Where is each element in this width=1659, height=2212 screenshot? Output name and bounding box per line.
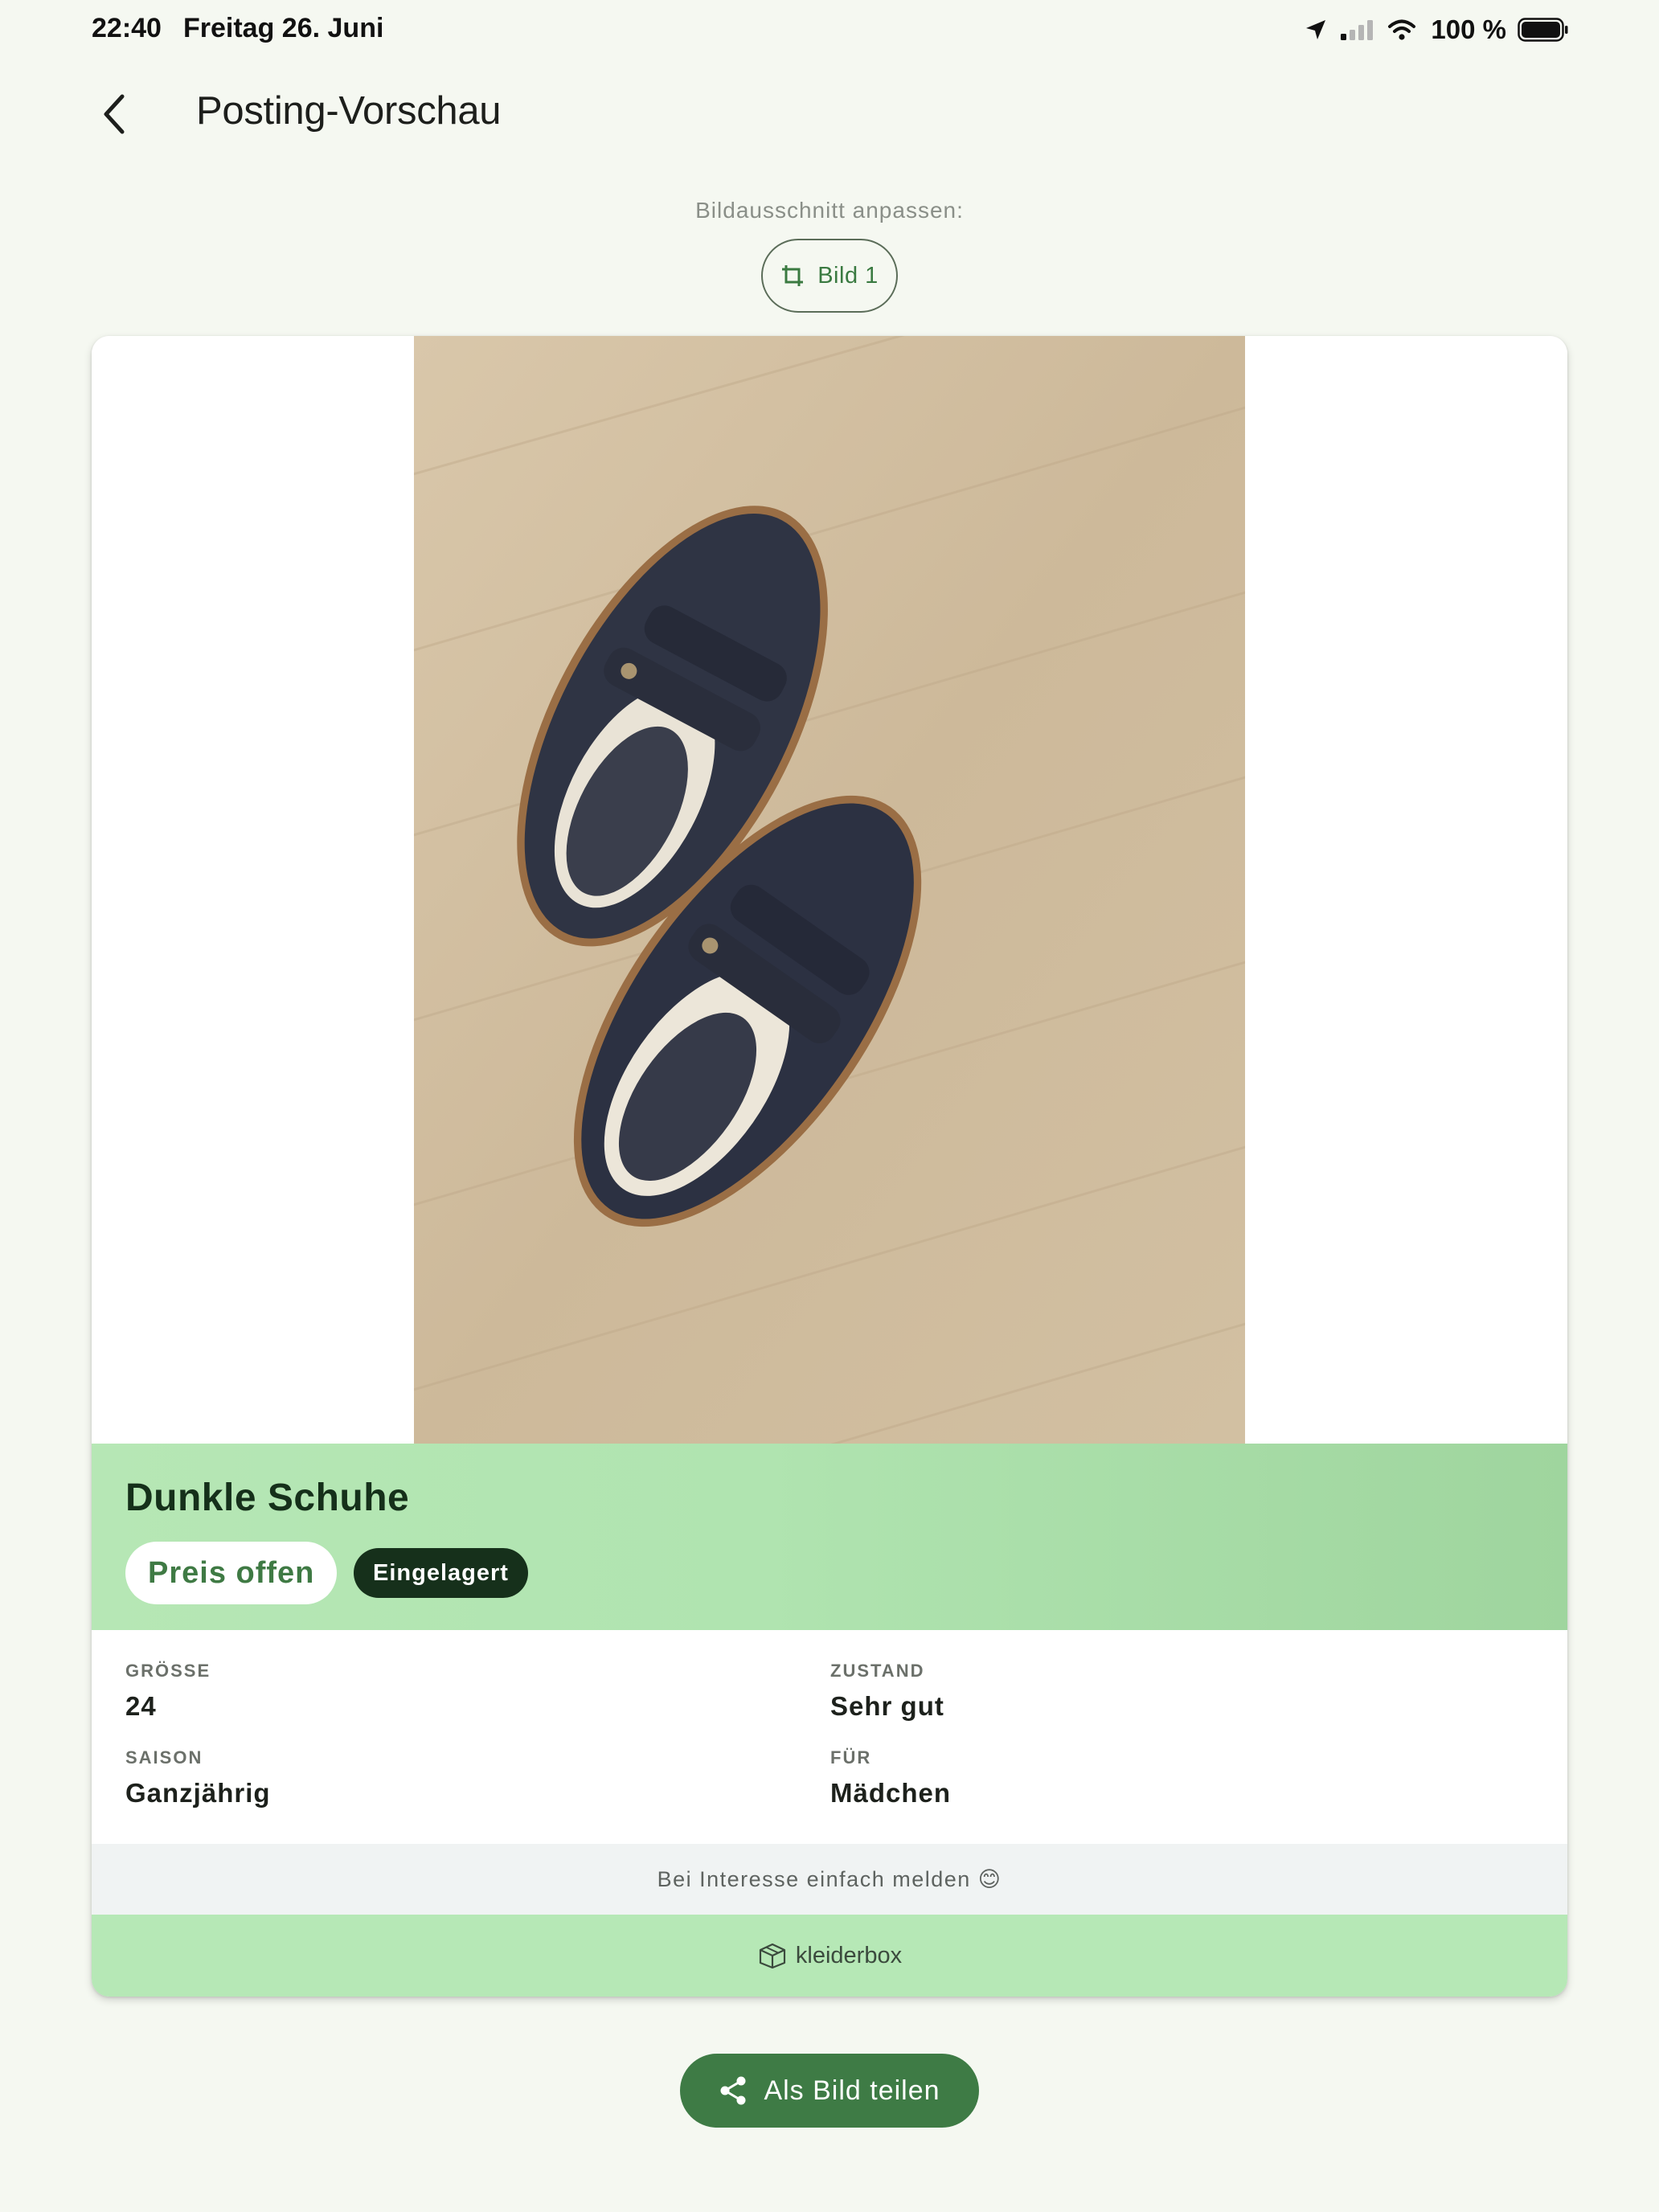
back-button[interactable]	[90, 85, 138, 143]
interest-note-text: Bei Interesse einfach melden 😊	[657, 1866, 1002, 1891]
season-value: Ganzjährig	[125, 1778, 271, 1808]
brand-footer: kleiderbox	[92, 1915, 1567, 1997]
shoes-illustration	[414, 336, 1245, 1444]
share-icon	[720, 2076, 746, 2105]
status-date: Freitag 26. Juni	[183, 13, 384, 43]
item-photo	[414, 336, 1245, 1444]
crop-icon	[782, 265, 804, 286]
condition-label: ZUSTAND	[830, 1661, 925, 1681]
crop-label: Bildausschnitt anpassen:	[695, 198, 964, 223]
status-bar: 22:40 Freitag 26. Juni 100 %	[0, 0, 1659, 61]
item-title: Dunkle Schuhe	[125, 1477, 410, 1519]
target-group-value: Mädchen	[830, 1778, 952, 1808]
status-time: 22:40	[92, 13, 162, 43]
crop-chip-label: Bild 1	[817, 262, 879, 289]
posting-preview-card: Dunkle Schuhe Preis offen Eingelagert GR…	[92, 336, 1567, 1997]
season-label: SAISON	[125, 1747, 203, 1768]
brand-name: kleiderbox	[795, 1942, 903, 1968]
page-title: Posting-Vorschau	[196, 89, 502, 133]
cellular-signal-icon	[1341, 20, 1374, 40]
wifi-icon	[1388, 19, 1416, 40]
photo-area	[92, 336, 1567, 1444]
status-indicators: 100 %	[1304, 11, 1569, 48]
status-badge: Eingelagert	[354, 1548, 528, 1598]
size-value: 24	[125, 1691, 157, 1721]
crop-image-button[interactable]: Bild 1	[761, 239, 898, 313]
chevron-left-icon	[104, 94, 125, 134]
size-label: GRÖSSE	[125, 1661, 211, 1681]
share-as-image-button[interactable]: Als Bild teilen	[680, 2054, 979, 2128]
interest-note: Bei Interesse einfach melden 😊	[92, 1844, 1567, 1915]
box-logo-icon	[759, 1943, 786, 1969]
battery-percentage: 100 %	[1431, 14, 1506, 44]
target-group-label: FÜR	[830, 1747, 872, 1768]
share-button-label: Als Bild teilen	[764, 2075, 940, 2106]
price-badge: Preis offen	[125, 1542, 338, 1604]
location-arrow-icon	[1306, 20, 1326, 39]
battery-icon	[1518, 18, 1568, 42]
condition-value: Sehr gut	[830, 1691, 944, 1721]
